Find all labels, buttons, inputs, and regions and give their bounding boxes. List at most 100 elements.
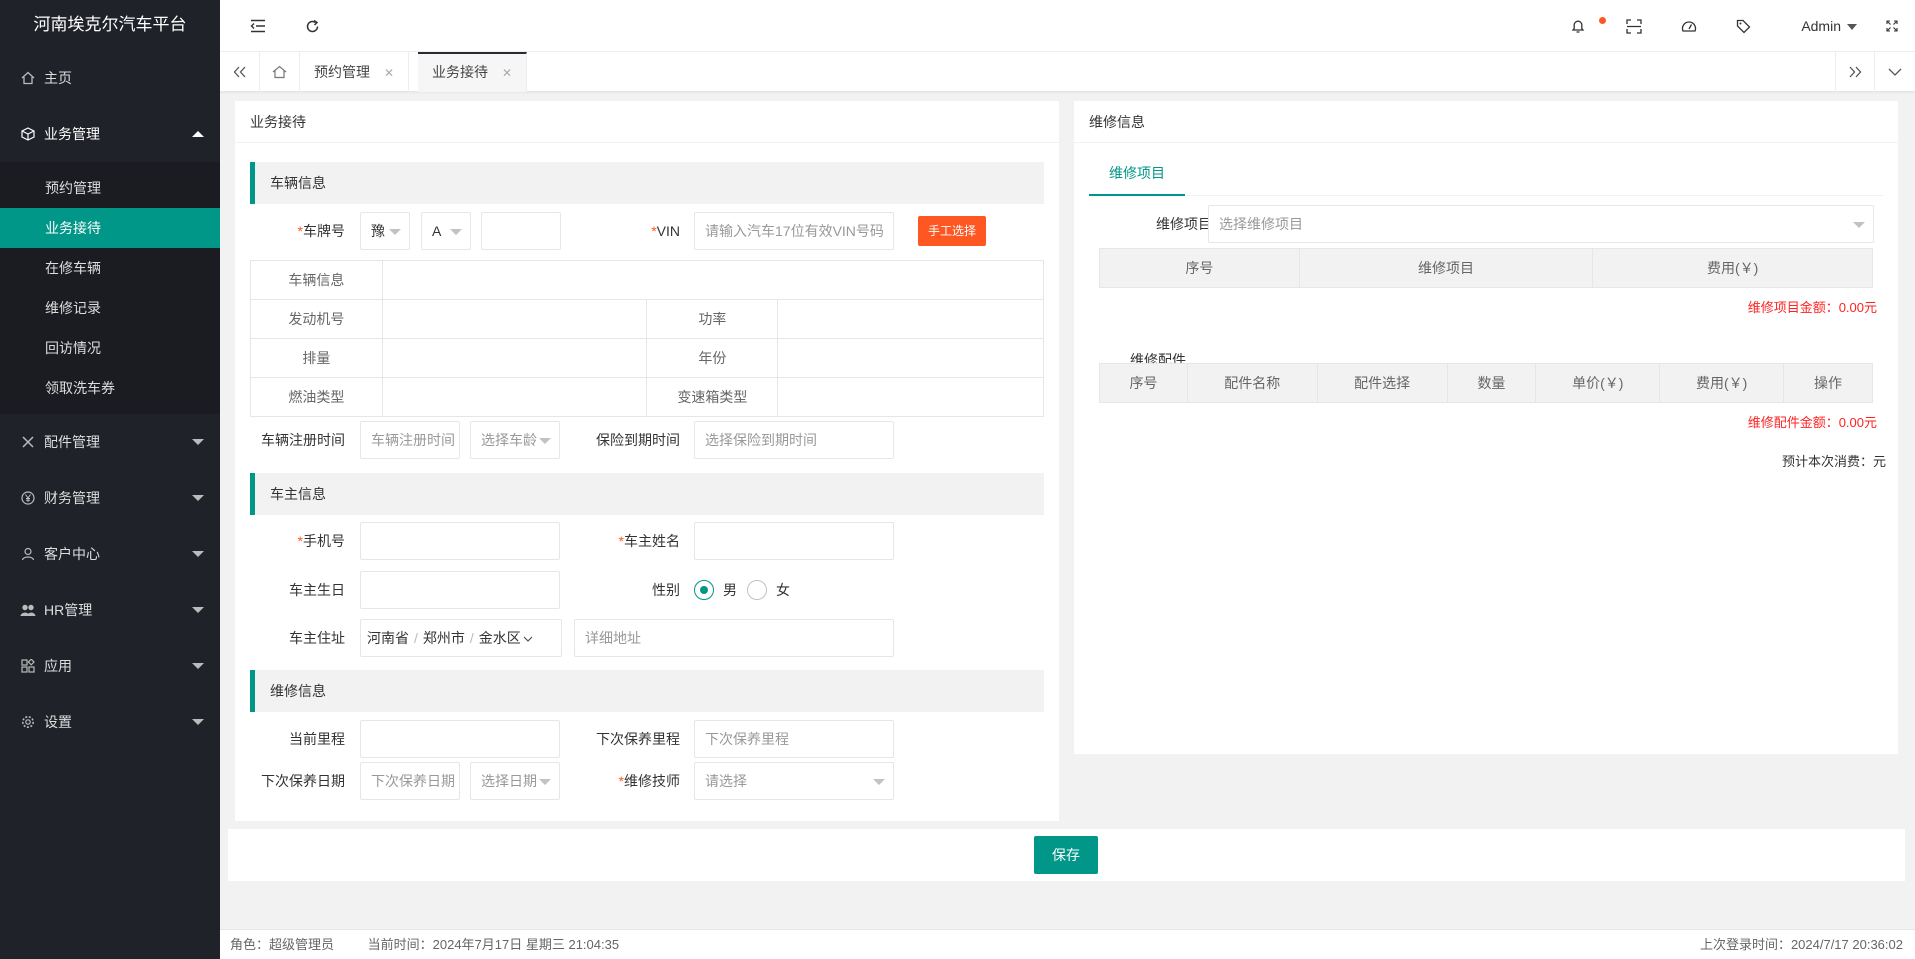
sidebar-item-parts[interactable]: 配件管理 [0,414,220,470]
gender-male-radio[interactable] [694,580,714,600]
chevron-down-icon [192,719,204,725]
column-header: 操作 [1783,363,1873,403]
caret-down-icon [1847,24,1857,31]
birthday-input[interactable] [360,571,560,609]
phone-label: *手机号 [297,533,345,549]
tools-icon [20,435,36,449]
section-repair-info: 维修信息 [250,670,1044,712]
power-label: 功率 [646,299,779,339]
user-icon [20,547,36,561]
refresh-icon[interactable] [305,0,320,52]
menu-collapse-icon[interactable] [250,0,266,52]
bell-icon[interactable] [1571,0,1585,52]
sidebar-item-finance[interactable]: 财务管理 [0,470,220,526]
notification-dot [1599,17,1606,24]
chevron-down-icon [523,630,533,646]
insurance-date-input[interactable]: 选择保险到期时间 [694,421,894,459]
mileage-input[interactable] [360,720,560,758]
fuel-type-value [381,377,648,417]
sidebar-subitem-car-wash[interactable]: 领取洗车券 [0,368,220,408]
manual-select-button[interactable]: 手工选择 [918,216,987,246]
tag-icon[interactable] [1736,0,1751,52]
sidebar-item-business[interactable]: 业务管理 [0,106,220,162]
reg-time-label: 车辆注册时间 [261,432,345,448]
panel-title: 业务接待 [235,101,1059,143]
table-row: 排量 年份 [250,338,1044,378]
engine-no-label: 发动机号 [250,299,383,339]
next-date-input[interactable]: 下次保养日期 [360,762,460,800]
sidebar-subitem-appointment[interactable]: 预约管理 [0,168,220,208]
sidebar-item-label: HR管理 [44,602,93,618]
vin-input[interactable]: 请输入汽车17位有效VIN号码 [694,212,894,250]
repair-item-select[interactable]: 选择维修项目 [1208,205,1874,243]
screen-capture-icon[interactable] [1626,0,1642,52]
sidebar-subitem-in-repair[interactable]: 在修车辆 [0,248,220,288]
footer-current-time: 当前时间：2024年7月17日 星期三 21:04:35 [367,937,620,952]
admin-menu[interactable]: Admin [1801,0,1857,52]
column-header: 费用(￥) [1592,248,1873,288]
sidebar-item-settings[interactable]: 设置 [0,694,220,750]
region-cascader[interactable]: 河南省 / 郑州市 / 金水区 [360,619,562,657]
sidebar-item-label: 财务管理 [44,490,100,506]
vehicle-age-select[interactable]: 选择车龄 [470,421,560,459]
table-row: 车辆信息 [250,260,1045,300]
tab-reception[interactable]: 业务接待 ✕ [418,52,528,92]
tabs-menu-chevron-down-icon[interactable] [1875,52,1915,92]
sidebar-subitem-repair-records[interactable]: 维修记录 [0,288,220,328]
plate-letter-select[interactable]: A [421,212,471,250]
close-icon[interactable]: ✕ [384,66,394,80]
technician-select[interactable]: 请选择 [694,762,894,800]
detail-address-input[interactable]: 详细地址 [574,619,894,657]
fullscreen-icon[interactable] [1886,0,1898,52]
top-header: Admin [220,0,1915,52]
tabs-scroll-right-icon[interactable] [1835,52,1875,92]
owner-name-input[interactable] [694,522,894,560]
save-button[interactable]: 保存 [1034,836,1098,874]
address-label: 车主住址 [289,630,345,646]
sidebar-subitem-follow-up[interactable]: 回访情况 [0,328,220,368]
birthday-label: 车主生日 [289,582,345,598]
reception-panel: 业务接待 车辆信息 *车牌号 豫 A *VIN 请输入汽车17位有效VIN号码 … [235,101,1059,821]
sidebar-item-home[interactable]: 主页 [0,50,220,106]
displacement-label: 排量 [250,338,383,378]
sidebar-item-customer[interactable]: 客户中心 [0,526,220,582]
tab-repair-items[interactable]: 维修项目 [1089,152,1185,196]
phone-input[interactable] [360,522,560,560]
sidebar-item-apps[interactable]: 应用 [0,638,220,694]
year-value [777,338,1044,378]
reg-time-input[interactable]: 车辆注册时间 [360,421,460,459]
chevron-down-icon [192,607,204,613]
tab-appointment[interactable]: 预约管理 ✕ [300,52,410,92]
plate-province-select[interactable]: 豫 [360,212,410,250]
tabs-scroll-left-icon[interactable] [220,52,260,92]
sidebar-subitem-reception[interactable]: 业务接待 [0,208,220,248]
close-icon[interactable]: ✕ [502,66,512,80]
yen-icon [20,491,36,505]
next-date-select[interactable]: 选择日期 [470,762,560,800]
next-mileage-input[interactable]: 下次保养里程 [694,720,894,758]
table-header-row: 序号 配件名称 配件选择 数量 单价(￥) 费用(￥) 操作 [1099,363,1873,403]
district-value: 金水区 [478,630,521,646]
gender-label: 性别 [652,582,680,598]
sidebar-item-hr[interactable]: HR管理 [0,582,220,638]
vehicle-info-label: 车辆信息 [250,260,383,300]
theme-icon[interactable] [1681,0,1697,52]
gender-female-radio[interactable] [747,580,767,600]
gearbox-type-label: 变速箱类型 [646,377,779,417]
business-submenu: 预约管理 业务接待 在修车辆 维修记录 回访情况 领取洗车券 [0,162,220,414]
apps-icon [20,659,36,673]
tab-label: 预约管理 [314,64,370,80]
app-title: 河南埃克尔汽车平台 [33,15,187,34]
chevron-down-icon [192,495,204,501]
column-header: 配件选择 [1316,363,1448,403]
home-tab-icon[interactable] [260,52,300,92]
sidebar-item-label: 配件管理 [44,434,100,450]
repair-item-label: 维修项目 [1156,216,1212,232]
admin-name: Admin [1801,18,1841,34]
plate-number-input[interactable] [481,212,561,250]
vin-label: *VIN [651,223,680,239]
chevron-up-icon [192,131,204,137]
tab-label: 业务接待 [432,64,488,80]
province-value: 河南省 [367,630,409,646]
estimated-cost: 预计本次消费：元 [1781,454,1886,469]
